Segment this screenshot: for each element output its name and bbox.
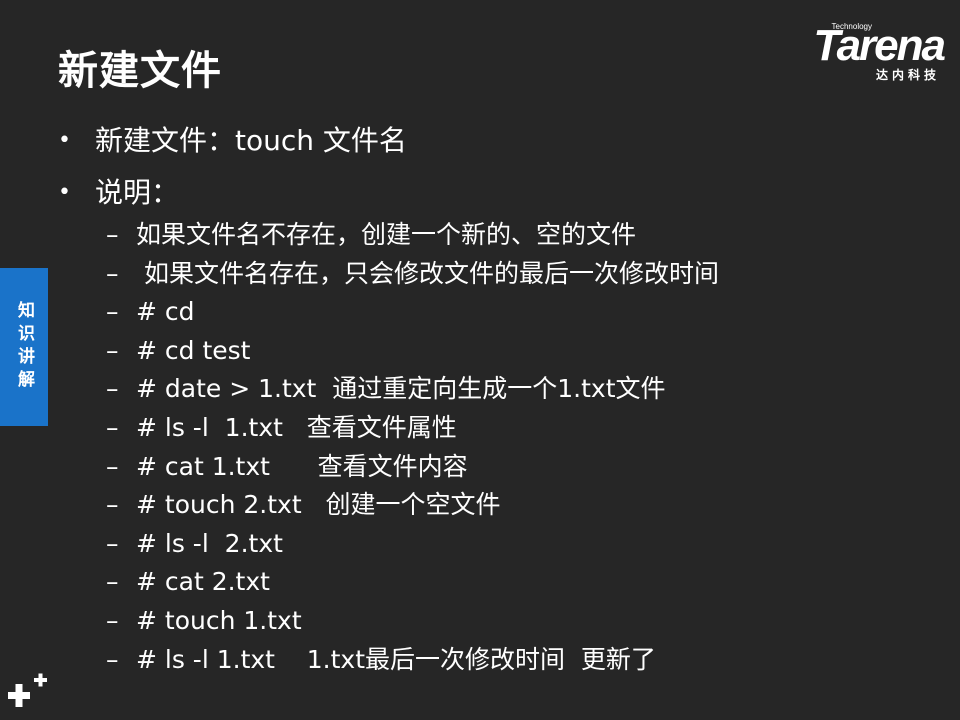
sub-bullet-text: # ls -l 1.txt 1.txt最后一次修改时间 更新了 xyxy=(136,644,656,674)
sub-bullet-item: – # touch 2.txt 创建一个空文件 xyxy=(106,486,719,525)
side-section-tab: 知识讲解 xyxy=(0,268,48,426)
sub-bullet-text: # cd xyxy=(136,297,195,327)
bullet-list: • 新建文件：touch 文件名 • 说明： xyxy=(58,118,938,222)
sub-bullet-item: – # date > 1.txt 通过重定向生成一个1.txt文件 xyxy=(106,370,719,409)
dash-icon: – xyxy=(106,644,119,674)
dash-icon: – xyxy=(106,297,119,327)
sub-bullet-item: – # cd xyxy=(106,293,719,332)
dash-icon: – xyxy=(106,412,119,442)
tarena-logo: Technology Tarena 达内科技 xyxy=(774,21,946,84)
sub-bullet-item: – 如果文件名不存在，创建一个新的、空的文件 xyxy=(106,216,719,255)
side-tab-label: 知识讲解 xyxy=(14,301,34,393)
sub-bullet-item: – # ls -l 2.txt xyxy=(106,525,719,564)
dash-icon: – xyxy=(106,258,119,288)
sub-bullet-text: 如果文件名不存在，创建一个新的、空的文件 xyxy=(136,220,637,249)
dash-icon: – xyxy=(106,528,119,558)
sub-bullet-text: # ls -l 1.txt 查看文件属性 xyxy=(136,412,457,442)
bullet-text: 说明： xyxy=(95,176,180,209)
sub-bullet-text: # touch 2.txt 创建一个空文件 xyxy=(136,490,501,520)
sub-bullet-text: # cat 1.txt 查看文件内容 xyxy=(136,451,468,481)
sub-bullet-item: – # cd test xyxy=(106,332,719,371)
sub-bullet-item: – # cat 2.txt xyxy=(106,563,719,602)
sub-bullet-item: – # ls -l 1.txt 1.txt最后一次修改时间 更新了 xyxy=(106,641,719,680)
plus-sign-icon xyxy=(8,673,47,707)
sub-bullet-text: # date > 1.txt 通过重定向生成一个1.txt文件 xyxy=(136,374,666,404)
sub-bullet-item: – # touch 1.txt xyxy=(106,602,719,641)
sub-bullet-text: 如果文件名存在，只会修改文件的最后一次修改时间 xyxy=(136,258,719,288)
dash-icon: – xyxy=(106,567,119,597)
sub-bullet-item: – # ls -l 1.txt 查看文件属性 xyxy=(106,409,719,448)
sub-bullet-text: # ls -l 2.txt xyxy=(136,528,283,558)
bullet-dot-icon: • xyxy=(58,180,71,205)
sub-bullet-list: – 如果文件名不存在，创建一个新的、空的文件 – 如果文件名存在，只会修改文件的最… xyxy=(106,216,719,679)
sub-bullet-item: – 如果文件名存在，只会修改文件的最后一次修改时间 xyxy=(106,255,719,294)
sub-bullet-text: # cat 2.txt xyxy=(136,567,270,597)
dash-icon: – xyxy=(106,605,119,635)
bullet-text: 新建文件：touch 文件名 xyxy=(95,124,407,157)
dash-icon: – xyxy=(106,220,119,249)
dash-icon: – xyxy=(106,335,119,365)
slide-title: 新建文件 xyxy=(58,48,222,94)
bullet-item: • 说明： xyxy=(58,170,938,222)
sub-bullet-text: # touch 1.txt xyxy=(136,605,302,635)
bullet-dot-icon: • xyxy=(58,128,71,153)
dash-icon: – xyxy=(106,490,119,520)
sub-bullet-text: # cd test xyxy=(136,335,251,365)
logo-subtitle-text: 达内科技 xyxy=(875,68,940,82)
sub-bullet-item: – # cat 1.txt 查看文件内容 xyxy=(106,448,719,487)
dash-icon: – xyxy=(106,451,119,481)
bullet-item: • 新建文件：touch 文件名 xyxy=(58,118,938,170)
dash-icon: – xyxy=(106,374,119,404)
logo-brand-text: Tarena xyxy=(813,21,946,70)
